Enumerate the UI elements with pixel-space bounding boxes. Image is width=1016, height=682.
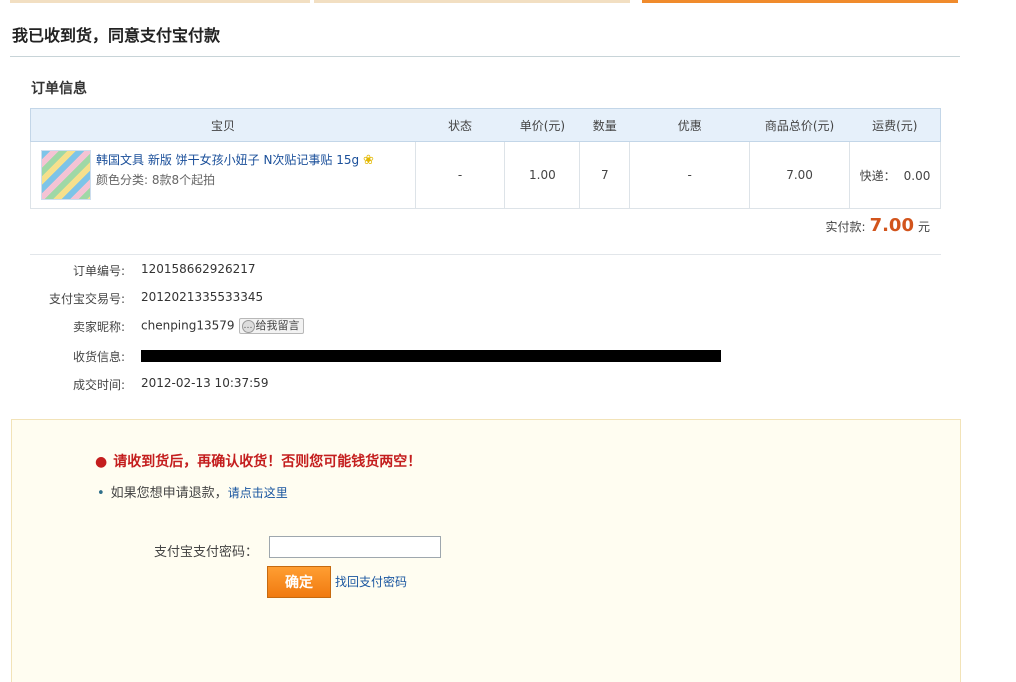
confirm-payment-panel: ● 请收到货后，再确认收货！否则您可能钱货两空！ • 如果您想申请退款，请点击这里 …: [11, 419, 961, 682]
seller-row: 卖家昵称: chenping13579… 给我留言: [30, 318, 304, 338]
paid-unit: 元: [917, 220, 930, 234]
seller-value-group: chenping13579… 给我留言: [141, 318, 304, 334]
shipping-info-label: 收货信息:: [72, 350, 125, 364]
warning-notice: ● 请收到货后，再确认收货！否则您可能钱货两空！: [95, 451, 421, 471]
item-thumbnail[interactable]: [41, 150, 91, 200]
shipping-info-row: 收货信息:: [30, 348, 721, 368]
alipay-trade-label: 支付宝交易号:: [48, 292, 125, 306]
flower-icon: ❀: [362, 153, 374, 168]
password-label: 支付宝支付密码：: [154, 545, 259, 560]
shipping-cell: 快递： 0.00: [849, 141, 941, 209]
order-info-title: 订单信息: [31, 81, 87, 97]
item-quantity: 7: [579, 141, 631, 209]
col-unit-price: 单价(元): [504, 108, 580, 142]
page-title: 我已收到货，同意支付宝付款: [12, 26, 221, 45]
refund-notice: • 如果您想申请退款，请点击这里: [97, 482, 288, 501]
col-quantity: 数量: [579, 108, 630, 142]
alipay-trade-row: 支付宝交易号: 2012021335533345: [30, 290, 263, 310]
seller-label: 卖家昵称:: [72, 320, 125, 334]
table-row: 韩国文具 新版 饼干女孩小妞子 N次贴记事贴 15g ❀ 颜色分类: 8款8个起…: [30, 141, 941, 209]
item-discount: -: [629, 141, 751, 209]
chat-bubble-icon: …: [241, 319, 255, 333]
item-sku: 颜色分类: 8款8个起拍: [96, 173, 216, 187]
col-discount: 优惠: [629, 108, 750, 142]
forgot-password-link[interactable]: 找回支付密码: [335, 573, 407, 590]
col-shipping: 运费(元): [849, 108, 941, 142]
order-number-value: 120158662926217: [141, 262, 256, 276]
deal-time-value: 2012-02-13 10:37:59: [141, 376, 269, 390]
paid-amount-row: 实付款: 7.00 元: [826, 215, 930, 236]
leave-message-button[interactable]: … 给我留言: [238, 318, 304, 334]
item-status: -: [414, 141, 506, 209]
info-divider: [30, 254, 941, 255]
shipping-info-redacted: [141, 348, 721, 362]
item-cell: 韩国文具 新版 饼干女孩小妞子 N次贴记事贴 15g ❀ 颜色分类: 8款8个起…: [30, 141, 416, 209]
seller-name: chenping13579: [141, 318, 235, 333]
progress-step-2: [314, 0, 630, 3]
order-table-header: 宝贝 状态 单价(元) 数量 优惠 商品总价(元) 运费(元): [30, 108, 941, 142]
progress-step-3-active: [642, 0, 958, 3]
progress-step-1: [10, 0, 310, 3]
paid-label: 实付款:: [825, 220, 866, 234]
progress-steps-bar: [0, 0, 1016, 3]
refund-link[interactable]: 请点击这里: [228, 486, 288, 500]
bullet-icon: •: [97, 486, 105, 501]
item-unit-price: 1.00: [504, 141, 581, 209]
shipping-label: 快递：: [859, 168, 896, 183]
order-table: 宝贝 状态 单价(元) 数量 优惠 商品总价(元) 运费(元) 韩国文具 新版 …: [30, 108, 941, 209]
item-total: 7.00: [749, 141, 851, 209]
order-number-label: 订单编号:: [72, 264, 125, 278]
redaction-bar: [141, 349, 721, 362]
refund-text: 如果您想申请退款，: [110, 486, 228, 501]
col-item: 宝贝: [30, 108, 416, 142]
deal-time-label: 成交时间:: [72, 378, 125, 392]
payment-password-input[interactable]: [269, 536, 441, 558]
confirm-button[interactable]: 确定: [267, 566, 331, 598]
shipping-value: 0.00: [903, 168, 931, 183]
alipay-trade-value: 2012021335533345: [141, 290, 264, 304]
col-status: 状态: [415, 108, 505, 142]
col-total: 商品总价(元): [749, 108, 850, 142]
order-number-row: 订单编号: 120158662926217: [30, 262, 256, 282]
warning-text: 请收到货后，再确认收货！否则您可能钱货两空！: [113, 454, 422, 470]
bullet-icon: ●: [95, 454, 108, 470]
item-title-link[interactable]: 韩国文具 新版 饼干女孩小妞子 N次贴记事贴 15g: [96, 153, 359, 167]
deal-time-row: 成交时间: 2012-02-13 10:37:59: [30, 376, 269, 396]
leave-message-label: 给我留言: [255, 319, 300, 332]
paid-amount: 7.00: [869, 215, 914, 236]
title-divider: [10, 56, 960, 57]
